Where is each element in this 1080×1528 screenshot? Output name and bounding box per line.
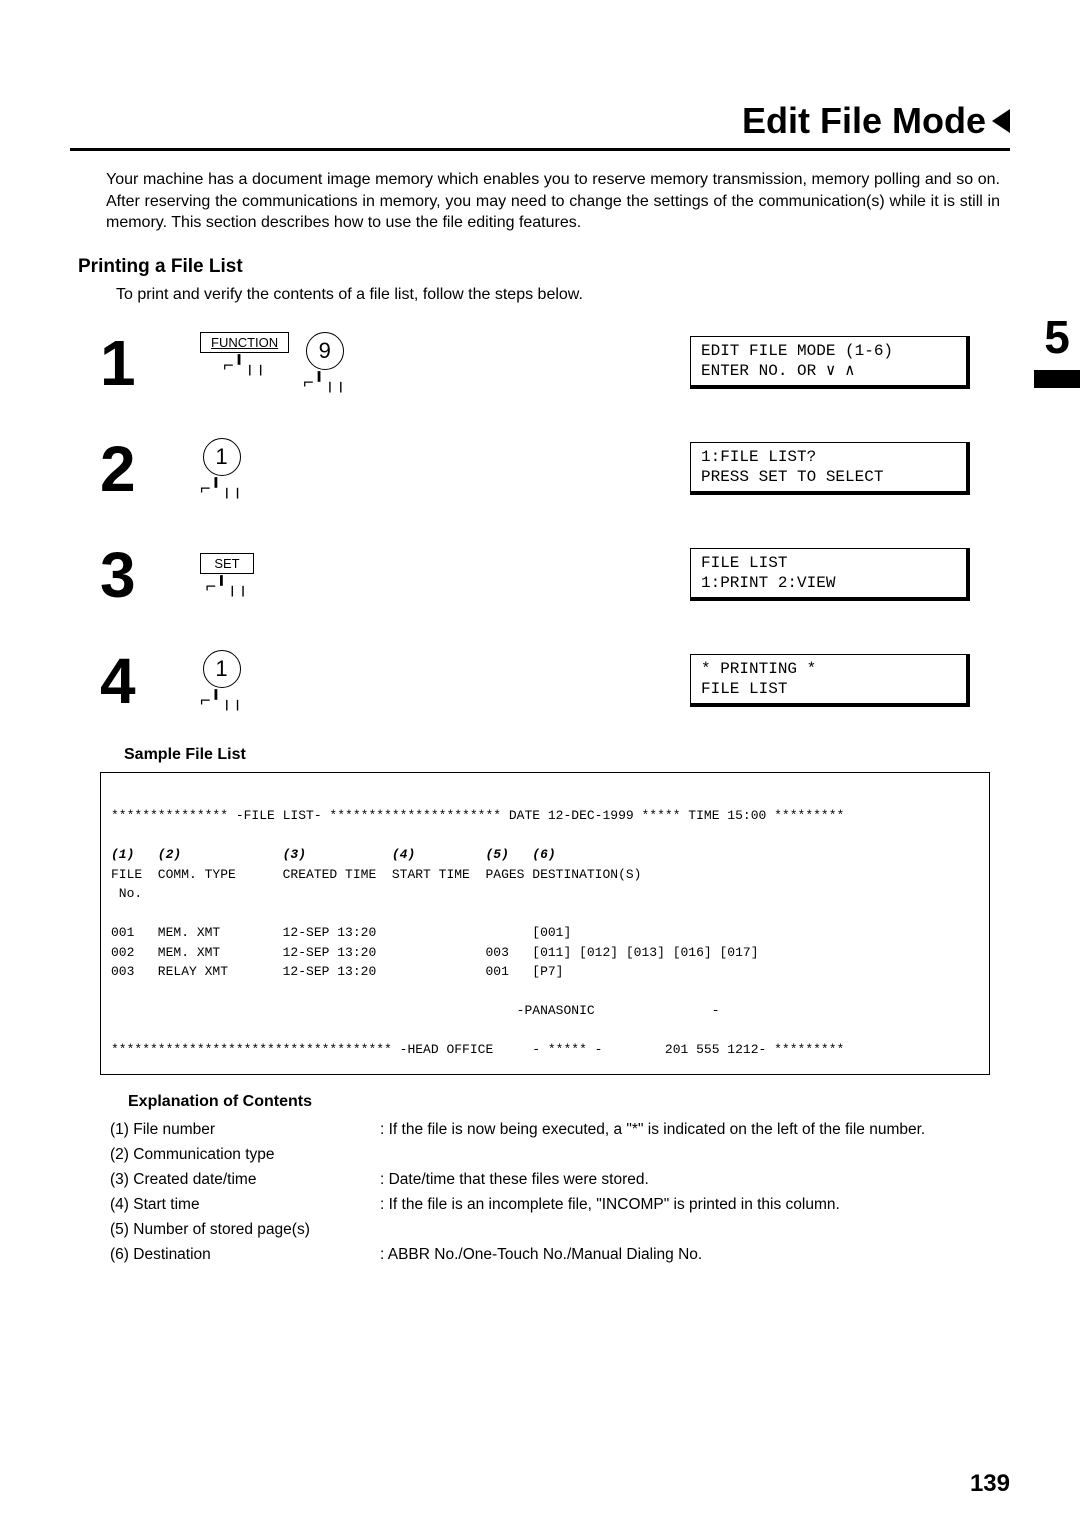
- key-label: SET: [200, 553, 254, 574]
- explanation-term: (1) File number: [110, 1121, 380, 1139]
- chapter-tab: 5: [1034, 310, 1080, 388]
- key-label: 9: [306, 332, 344, 370]
- step-number: 4: [100, 649, 200, 713]
- step-keys: 1 ⌐╹╷╷: [200, 438, 690, 499]
- tap-icon: ⌐╹╷╷: [200, 478, 243, 499]
- lcd-display: EDIT FILE MODE (1-6) ENTER NO. OR ∨ ∧: [690, 336, 970, 389]
- tap-icon: ⌐╹╷╷: [200, 576, 254, 597]
- key-label: 1: [203, 650, 241, 688]
- explanation-term: (3) Created date/time: [110, 1171, 380, 1189]
- tap-icon: ⌐╹╷╷: [200, 355, 289, 376]
- step-number: 3: [100, 543, 200, 607]
- explanation-desc: : Date/time that these files were stored…: [380, 1171, 1010, 1189]
- step-keys: SET ⌐╹╷╷: [200, 553, 690, 597]
- explanation-desc: [380, 1221, 1010, 1239]
- explanation-table: (1) File number : If the file is now bei…: [110, 1121, 1010, 1264]
- explanation-row: (1) File number : If the file is now bei…: [110, 1121, 1010, 1139]
- explanation-term: (6) Destination: [110, 1246, 380, 1264]
- intro-paragraph: Your machine has a document image memory…: [106, 169, 1000, 234]
- explanation-heading: Explanation of Contents: [128, 1093, 1010, 1111]
- lcd-display: 1:FILE LIST? PRESS SET TO SELECT: [690, 442, 970, 495]
- page-title: Edit File Mode: [70, 100, 1010, 151]
- chapter-number: 5: [1034, 310, 1080, 364]
- key-label: FUNCTION: [200, 332, 289, 353]
- explanation-row: (2) Communication type: [110, 1146, 1010, 1164]
- file-list-printout: *************** -FILE LIST- ************…: [100, 772, 990, 1075]
- step-number: 1: [100, 331, 200, 395]
- step-number: 2: [100, 437, 200, 501]
- lcd-display: * PRINTING * FILE LIST: [690, 654, 970, 707]
- explanation-desc: : If the file is now being executed, a "…: [380, 1121, 1010, 1139]
- explanation-row: (3) Created date/time : Date/time that t…: [110, 1171, 1010, 1189]
- explanation-desc: : If the file is an incomplete file, "IN…: [380, 1196, 1010, 1214]
- steps-list: 1 FUNCTION ⌐╹╷╷ 9 ⌐╹╷╷ EDIT FILE MODE (1…: [100, 322, 1010, 722]
- explanation-row: (5) Number of stored page(s): [110, 1221, 1010, 1239]
- chapter-tab-bar: [1034, 370, 1080, 388]
- listing-row: 003 RELAY XMT 12-SEP 13:20 001 [P7]: [111, 964, 563, 979]
- step-row: 2 1 ⌐╹╷╷ 1:FILE LIST? PRESS SET TO SELEC…: [100, 428, 1010, 510]
- explanation-term: (2) Communication type: [110, 1146, 380, 1164]
- key-label: 1: [203, 438, 241, 476]
- explanation-term: (4) Start time: [110, 1196, 380, 1214]
- listing-footer: -PANASONIC -: [111, 1003, 720, 1018]
- step-row: 4 1 ⌐╹╷╷ * PRINTING * FILE LIST: [100, 640, 1010, 722]
- numeric-key-1: 1 ⌐╹╷╷: [200, 650, 243, 711]
- triangle-left-icon: [992, 109, 1010, 133]
- step-keys: 1 ⌐╹╷╷: [200, 650, 690, 711]
- explanation-desc: : ABBR No./One-Touch No./Manual Dialing …: [380, 1246, 1010, 1264]
- page-number: 139: [970, 1470, 1010, 1498]
- explanation-row: (4) Start time : If the file is an incom…: [110, 1196, 1010, 1214]
- lcd-display: FILE LIST 1:PRINT 2:VIEW: [690, 548, 970, 601]
- listing-row: 002 MEM. XMT 12-SEP 13:20 003 [011] [012…: [111, 945, 759, 960]
- tap-icon: ⌐╹╷╷: [303, 372, 346, 393]
- explanation-term: (5) Number of stored page(s): [110, 1221, 380, 1239]
- explanation-row: (6) Destination : ABBR No./One-Touch No.…: [110, 1246, 1010, 1264]
- numeric-key-1: 1 ⌐╹╷╷: [200, 438, 243, 499]
- step-row: 1 FUNCTION ⌐╹╷╷ 9 ⌐╹╷╷ EDIT FILE MODE (1…: [100, 322, 1010, 404]
- set-key: SET ⌐╹╷╷: [200, 553, 254, 597]
- listing-col-sub: No.: [111, 886, 142, 901]
- tap-icon: ⌐╹╷╷: [200, 690, 243, 711]
- listing-row: 001 MEM. XMT 12-SEP 13:20 [001]: [111, 925, 571, 940]
- numeric-key-9: 9 ⌐╹╷╷: [303, 332, 346, 393]
- listing-top: *************** -FILE LIST- ************…: [111, 808, 844, 823]
- listing-col-nums: (1) (2) (3) (4) (5) (6): [111, 847, 556, 862]
- explanation-desc: [380, 1146, 1010, 1164]
- function-key: FUNCTION ⌐╹╷╷: [200, 332, 289, 376]
- section-intro: To print and verify the contents of a fi…: [116, 286, 1010, 304]
- section-heading: Printing a File List: [78, 256, 1010, 278]
- sample-heading: Sample File List: [124, 746, 1010, 764]
- page-title-text: Edit File Mode: [742, 100, 986, 142]
- step-row: 3 SET ⌐╹╷╷ FILE LIST 1:PRINT 2:VIEW: [100, 534, 1010, 616]
- listing-col-head: FILE COMM. TYPE CREATED TIME START TIME …: [111, 867, 642, 882]
- step-keys: FUNCTION ⌐╹╷╷ 9 ⌐╹╷╷: [200, 332, 690, 393]
- listing-footer: ************************************ -HE…: [111, 1042, 844, 1057]
